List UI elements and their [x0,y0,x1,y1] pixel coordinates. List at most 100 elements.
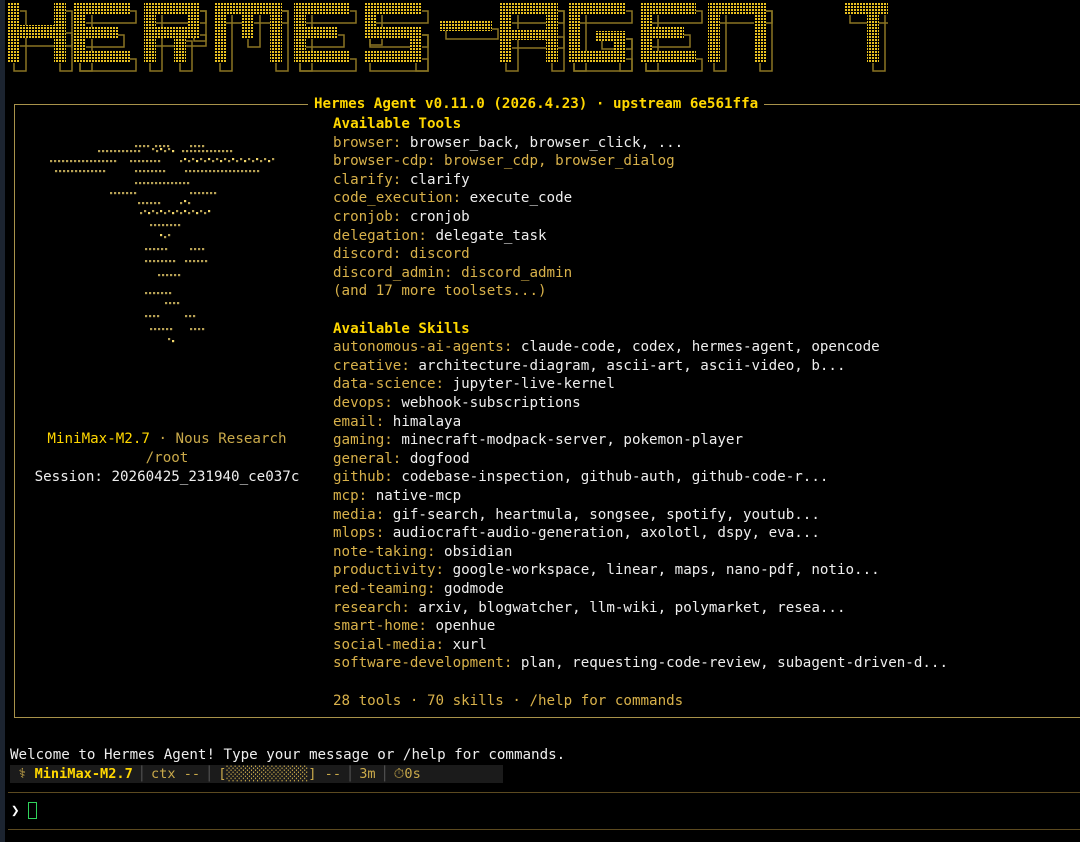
skill-category: smart-home: [333,618,427,635]
skill-list: plan, requesting-code-review, subagent-d… [520,655,949,672]
toolset-tools: execute_code [469,190,573,207]
skill-category: general: [333,450,402,467]
session-id: Session: 20260425_231940_ce037c [34,469,300,485]
more-toolsets-line: (and 17 more toolsets...) [333,282,547,300]
skills-heading: Available Skills [333,320,470,337]
toolset-tools: delegate_task [435,227,547,244]
skill-category: email: [333,413,385,430]
hermes-agent-banner-logo [8,3,888,72]
skill-row: research: arxiv, blogwatcher, llm-wiki, … [333,599,846,617]
provider-separator: · [149,431,176,447]
skills-heading-line: Available Skills [333,320,470,338]
window-edge-line [5,0,6,842]
skill-row: mcp: native-mcp [333,487,461,505]
welcome-message: Welcome to Hermes Agent! Type your messa… [10,747,566,763]
skill-category: software-development: [333,655,513,672]
skill-list: claude-code, codex, hermes-agent, openco… [520,339,880,356]
skill-row: creative: architecture-diagram, ascii-ar… [333,357,846,375]
caduceus-icon: ⚕ [10,766,35,782]
model-name: MiniMax-M2.7 [47,431,150,447]
model-info: MiniMax-M2.7 · Nous Research [18,430,316,449]
toolset-tools: discord_admin [461,264,573,281]
toolset-name: browser: [333,134,402,151]
skill-list: openhue [435,618,496,635]
skill-category: github: [333,469,393,486]
skill-list: architecture-diagram, ascii-art, ascii-v… [418,357,846,374]
toolset-row: browser-cdp: browser_cdp, browser_dialog [333,152,675,170]
more-toolsets: (and 17 more toolsets...) [333,283,547,300]
status-ctx: ctx -- [150,766,201,782]
panel-title: Hermes Agent v0.11.0 (2026.4.23) · upstr… [308,95,765,113]
input-cursor[interactable] [28,802,37,819]
skill-list: webhook-subscriptions [401,395,581,411]
skill-row: smart-home: openhue [333,617,495,635]
toolset-name: browser-cdp: [333,153,436,170]
status-elapsed: 3m [359,766,376,782]
input-top-rule [8,792,1080,793]
skill-row: gaming: minecraft-modpack-server, pokemo… [333,431,743,449]
toolset-name: code_execution: [333,190,462,207]
skill-list: arxiv, blogwatcher, llm-wiki, polymarket… [418,599,846,616]
summary-line: 28 tools · 70 skills · /help for command… [333,692,683,710]
timer-icon: ⏱ [393,766,405,782]
working-directory: /root [145,450,189,466]
toolset-row: code_execution: execute_code [333,189,572,207]
skill-list: minecraft-modpack-server, pokemon-player [401,432,744,449]
skill-list: xurl [452,636,487,653]
skill-category: creative: [333,357,410,374]
status-context-bar: [░░░░░░░░░░] -- [218,766,342,782]
skill-category: data-science: [333,376,445,393]
skill-row: data-science: jupyter-live-kernel [333,375,615,393]
skill-row: devops: webhook-subscriptions [333,394,581,412]
status-bar: ⚕ MiniMax-M2.7 │ ctx -- │ [░░░░░░░░░░] -- │ 3m… [10,765,503,783]
skill-category: note-taking: [333,543,436,560]
skill-category: productivity: [333,562,445,579]
toolset-row: discord_admin: discord_admin [333,264,572,282]
skill-list: google-workspace, linear, maps, nano-pdf… [452,562,880,579]
toolset-name: discord_admin: [333,264,453,281]
toolset-name: delegation: [333,227,427,244]
provider-name: Nous Research [175,431,287,447]
skill-row: general: dogfood [333,450,470,468]
skill-row: autonomous-ai-agents: claude-code, codex… [333,338,880,356]
status-model: MiniMax-M2.7 [34,766,133,782]
skill-row: red-teaming: godmode [333,580,504,598]
input-bottom-rule [8,829,1080,830]
skill-category: autonomous-ai-agents: [333,339,513,356]
toolset-name: discord: [333,246,402,263]
status-timer: 0s [404,766,421,782]
skill-list: native-mcp [375,488,462,504]
skill-list: jupyter-live-kernel [452,376,615,393]
skill-category: media: [333,506,385,523]
skill-row: media: gif-search, heartmula, songsee, s… [333,506,820,524]
summary: 28 tools · 70 skills · /help for command… [333,692,684,709]
skill-row: productivity: google-workspace, linear, … [333,561,880,579]
skill-list: obsidian [444,543,513,560]
skill-list: himalaya [392,413,462,430]
skill-category: red-teaming: [333,581,436,597]
skill-row: software-development: plan, requesting-c… [333,654,948,672]
tools-heading: Available Tools [333,116,462,132]
toolset-tools: cronjob [409,209,470,225]
skill-row: note-taking: obsidian [333,543,512,561]
toolset-row: cronjob: cronjob [333,208,470,226]
skill-category: mlops: [333,525,385,542]
toolset-name: cronjob: [333,209,402,225]
toolset-row: clarify: clarify [333,171,470,189]
toolset-row: delegation: delegate_task [333,227,547,245]
toolset-row: discord: discord [333,245,470,263]
skill-list: audiocraft-audio-generation, axolotl, ds… [392,525,820,542]
toolset-name: clarify: [333,171,402,188]
skill-category: research: [333,599,410,616]
skill-category: social-media: [333,636,445,653]
toolset-tools: clarify [409,171,470,188]
skill-list: dogfood [409,450,470,467]
skill-list: codebase-inspection, github-auth, github… [401,469,829,486]
skill-row: mlops: audiocraft-audio-generation, axol… [333,524,820,542]
skill-row: github: codebase-inspection, github-auth… [333,468,828,486]
tools-heading-line: Available Tools [333,115,461,133]
skill-list: godmode [444,581,504,597]
skill-list: gif-search, heartmula, songsee, spotify,… [392,506,820,523]
skill-category: devops: [333,395,393,411]
skill-category: mcp: [333,488,368,504]
